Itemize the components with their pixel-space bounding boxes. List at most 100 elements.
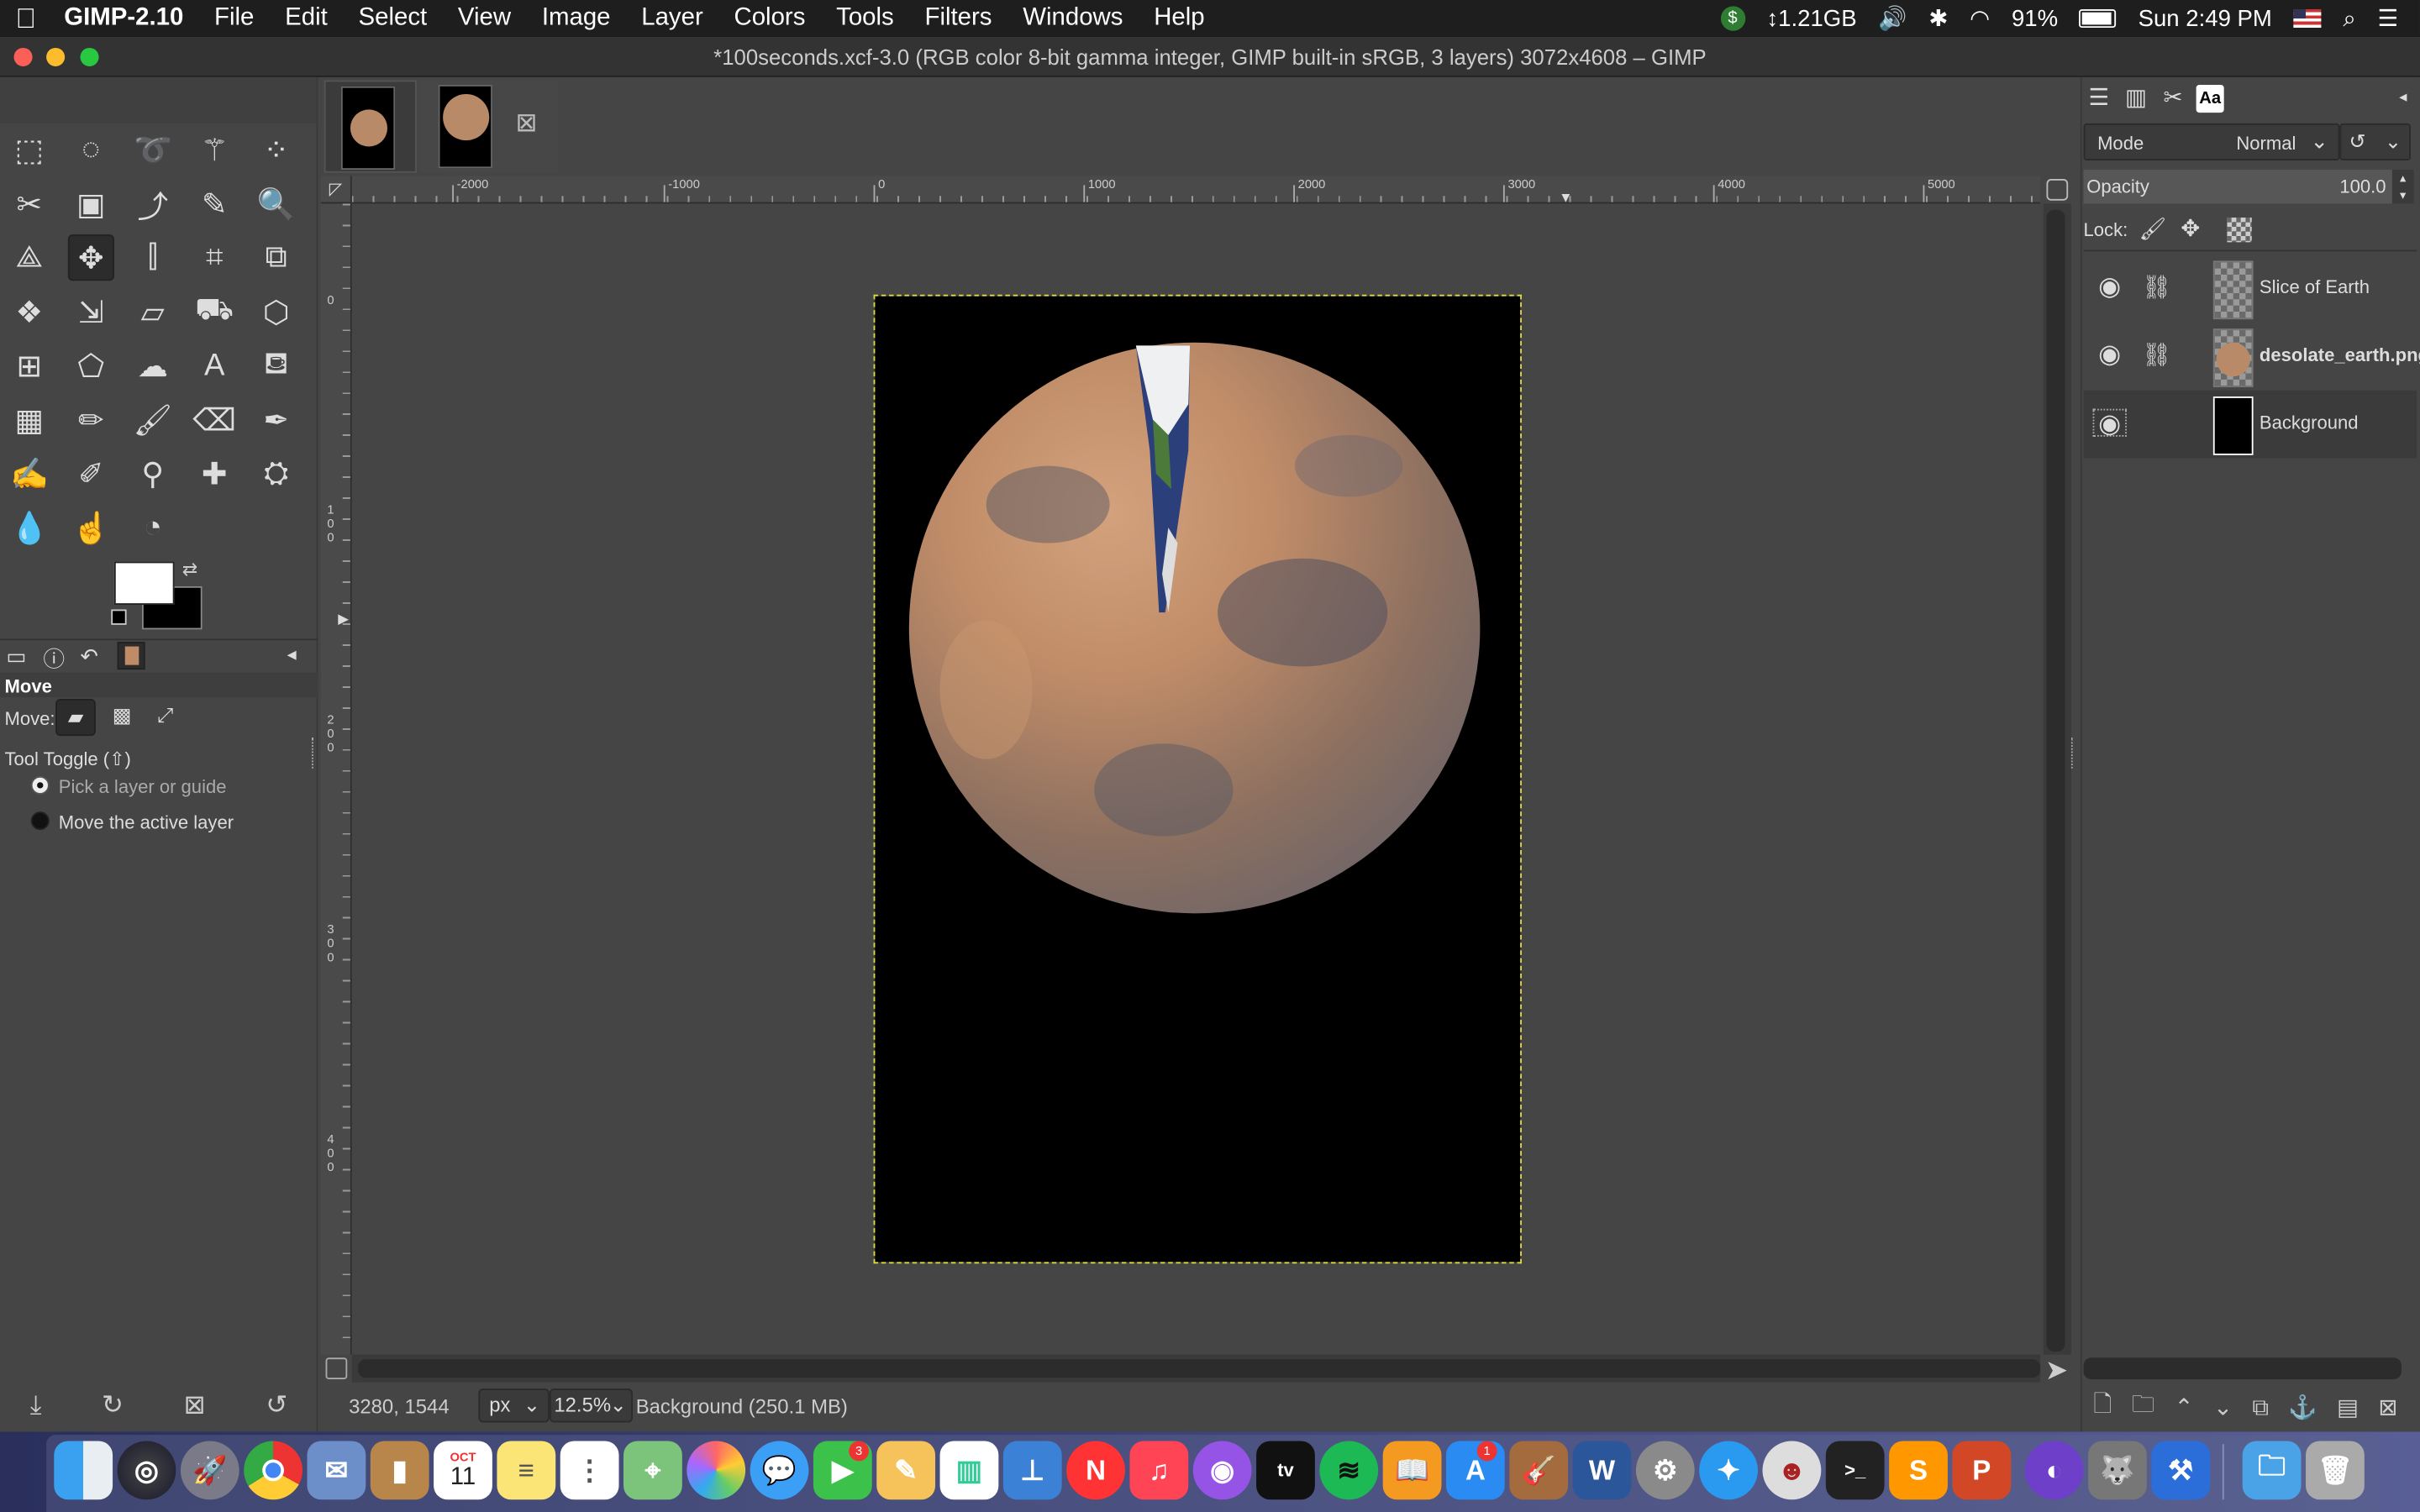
image-tab-earth[interactable]: ⊠ — [419, 80, 559, 173]
perspective-clone-icon[interactable]: ⛭ — [253, 450, 299, 496]
move-active-layer-radio[interactable] — [30, 811, 50, 831]
books-icon[interactable]: 📖 — [1382, 1441, 1442, 1500]
word-icon[interactable]: W — [1572, 1441, 1632, 1500]
menu-file[interactable]: File — [199, 5, 270, 33]
perspective-icon[interactable]: ⬡ — [253, 288, 299, 334]
pencil-icon[interactable]: ✏ — [68, 396, 114, 443]
pick-layer-label[interactable]: Pick a layer or guide — [59, 776, 227, 798]
panel-resize-handle[interactable] — [312, 737, 318, 769]
anchor-layer-icon[interactable]: ⚓ — [2288, 1394, 2317, 1420]
bluetooth-icon[interactable]: ✱ — [1928, 5, 1948, 32]
chain-link-icon[interactable]: ⛓ — [2142, 273, 2171, 301]
mypaint-brush-icon[interactable]: ✐ — [68, 450, 114, 496]
crop-icon[interactable]: ⌗ — [192, 234, 238, 281]
foreground-color-swatch[interactable] — [113, 561, 175, 605]
eraser-icon[interactable]: ⌫ — [192, 396, 238, 443]
scissors-icon[interactable]: ✂ — [6, 181, 52, 227]
select-by-color-icon[interactable]: ⁘ — [253, 127, 299, 173]
paintbrush-icon[interactable]: 🖌 — [129, 396, 176, 443]
chrome-icon[interactable] — [244, 1441, 302, 1500]
pages-icon[interactable]: ✎ — [876, 1441, 936, 1500]
memory-status[interactable]: ↕1.21GB — [1766, 5, 1856, 31]
raise-layer-icon[interactable]: ⌃ — [2175, 1394, 2194, 1420]
app-menu[interactable]: GIMP-2.10 — [52, 5, 199, 33]
siri-icon[interactable]: ◎ — [117, 1441, 176, 1500]
eye-icon[interactable]: ◉ — [2093, 272, 2127, 301]
navigate-image-icon[interactable]: ➤ — [2045, 1355, 2069, 1388]
volume-icon[interactable]: 🔊 — [1878, 5, 1907, 32]
maps-icon[interactable]: ⌖ — [623, 1441, 682, 1500]
spotlight-search-icon[interactable]: ⌕ — [2343, 5, 2355, 31]
smudge-icon[interactable]: ☝ — [68, 505, 114, 551]
new-layer-icon[interactable]: 🗋 — [2093, 1388, 2112, 1426]
channels-tab-icon[interactable]: ▥ — [2122, 85, 2149, 113]
photos-icon[interactable] — [687, 1441, 746, 1500]
delete-layer-icon[interactable]: ⊠ — [2378, 1394, 2397, 1420]
opacity-spin-buttons[interactable]: ▴ ▾ — [2391, 170, 2414, 204]
menu-view[interactable]: View — [443, 5, 527, 33]
paths-tab-icon[interactable]: ✂ — [2160, 85, 2187, 113]
move-active-layer-label[interactable]: Move the active layer — [59, 811, 234, 833]
podcasts-icon[interactable]: ◉ — [1192, 1441, 1252, 1500]
warp-icon[interactable]: ☁ — [129, 343, 176, 389]
toggle-quick-mask-icon[interactable] — [325, 1357, 348, 1380]
menu-filters[interactable]: Filters — [909, 5, 1007, 33]
opacity-slider[interactable]: Opacity 100.0 — [2083, 170, 2392, 204]
fonts-tab-icon[interactable]: Aa — [2196, 85, 2224, 113]
pick-layer-radio[interactable] — [30, 775, 50, 795]
sublime-text-icon[interactable]: S — [1889, 1441, 1948, 1500]
notification-center-icon[interactable]: ☰ — [2378, 5, 2399, 32]
new-layer-group-icon[interactable]: 🗀 — [2132, 1388, 2155, 1426]
tool-options-tab-icon[interactable]: ▭ — [6, 643, 26, 669]
layer-mode-select[interactable]: Mode Normal ⌄ — [2083, 123, 2340, 161]
menu-help[interactable]: Help — [1139, 5, 1220, 33]
eye-icon[interactable]: ◉ — [2093, 340, 2127, 369]
warp-transform-icon[interactable]: ❖ — [6, 288, 52, 334]
layer-name[interactable]: desolate_earth.png — [2260, 344, 2420, 366]
move-selection-mode-button[interactable]: ▩ — [102, 699, 142, 736]
add-mask-icon[interactable]: ▤ — [2337, 1394, 2359, 1420]
measure-icon[interactable]: ⟁ — [6, 234, 52, 281]
menu-colors[interactable]: Colors — [718, 5, 821, 33]
launchpad-icon[interactable]: 🚀 — [180, 1441, 239, 1500]
configure-tab-icon[interactable]: ◂ — [287, 643, 297, 665]
eye-icon[interactable]: ◉ — [2092, 408, 2127, 438]
minimize-window-button[interactable] — [46, 47, 66, 66]
close-window-button[interactable] — [13, 47, 33, 66]
cage-transform-icon[interactable]: ⬠ — [68, 343, 114, 389]
news-icon[interactable]: N — [1066, 1441, 1125, 1500]
save-tool-preset-icon[interactable]: ⤓ — [30, 1390, 42, 1421]
lock-pixels-icon[interactable]: 🖌 — [2139, 216, 2167, 242]
color-picker-icon[interactable]: ✎ — [192, 181, 238, 227]
close-tab-icon[interactable]: ⊠ — [515, 108, 537, 139]
menu-edit[interactable]: Edit — [270, 5, 343, 33]
xcode-icon[interactable]: ⚒ — [2151, 1441, 2211, 1500]
configure-dock-tab-icon[interactable]: ◂ — [2389, 85, 2417, 113]
terminal-icon[interactable]: >_ — [1825, 1441, 1885, 1500]
images-tab-icon[interactable] — [117, 642, 145, 670]
menu-tools[interactable]: Tools — [821, 5, 909, 33]
zoom-window-button[interactable] — [80, 47, 99, 66]
downloads-folder-icon[interactable]: 🗀 — [2242, 1441, 2302, 1500]
ink-icon[interactable]: ✍ — [6, 450, 52, 496]
flag-icon[interactable] — [2293, 9, 2322, 29]
menu-layer[interactable]: Layer — [626, 5, 718, 33]
reset-tool-options-icon[interactable]: ↺ — [266, 1390, 287, 1421]
undo-history-tab-icon[interactable]: ↶ — [81, 643, 99, 669]
zoom-icon[interactable]: 🔍 — [253, 181, 299, 227]
paths-icon[interactable]: ⤴ — [129, 181, 176, 227]
layer-row[interactable]: ◉ ⛓ desolate_earth.png — [2084, 323, 2420, 391]
numbers-icon[interactable]: ▥ — [939, 1441, 999, 1500]
contacts-icon[interactable]: ▮ — [370, 1441, 429, 1500]
apple-icon[interactable]:  — [0, 3, 52, 35]
system-preferences-icon[interactable]: ⚙ — [1635, 1441, 1695, 1500]
ellipse-select-icon[interactable]: ◌ — [68, 127, 114, 173]
move-layer-mode-button[interactable]: ▰ — [55, 699, 96, 737]
layers-tab-icon[interactable]: ☰ — [2085, 85, 2112, 113]
handle-transform-icon[interactable]: ⊞ — [6, 343, 52, 389]
layer-row-selected[interactable]: ◉ Background — [2083, 390, 2417, 459]
flip-icon[interactable]: ⛟ — [192, 288, 238, 334]
battery-icon[interactable] — [2079, 9, 2117, 29]
messages-icon[interactable]: 💬 — [750, 1441, 809, 1500]
lock-position-icon[interactable]: ✥ — [2181, 214, 2200, 242]
